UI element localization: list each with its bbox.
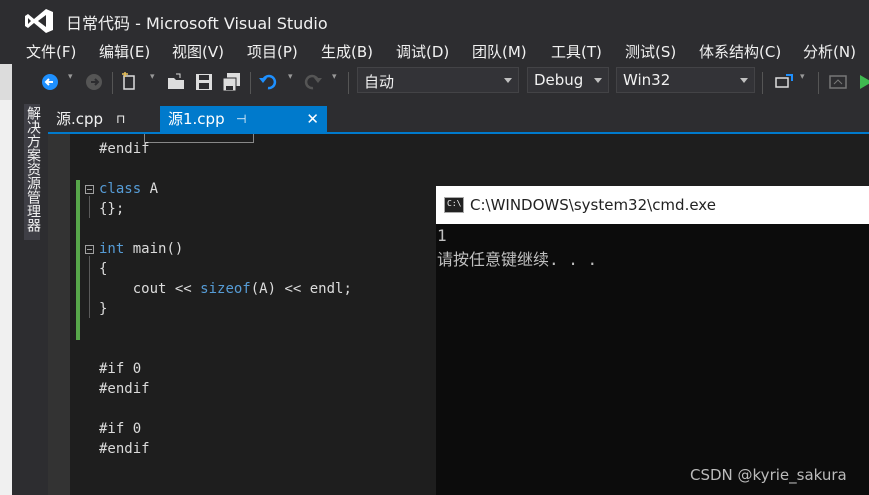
- menu-edit[interactable]: 编辑(E): [99, 41, 150, 62]
- code-line: #endif: [99, 381, 150, 397]
- code-line: #endif: [99, 441, 150, 457]
- editor-margin: [48, 134, 70, 495]
- visual-studio-logo-icon: [25, 9, 53, 33]
- forward-icon[interactable]: [84, 72, 104, 92]
- pin-icon[interactable]: ⊓: [116, 106, 125, 132]
- chevron-down-icon: [594, 78, 602, 83]
- code-line: }: [99, 301, 108, 317]
- redo-dropdown-icon[interactable]: ▾: [332, 72, 340, 90]
- cmd-icon: C:\: [444, 197, 464, 213]
- start-debugging-icon[interactable]: [856, 72, 869, 92]
- console-output-line: 1: [437, 226, 447, 245]
- tab-source-cpp[interactable]: 源.cpp ⊓: [48, 106, 152, 132]
- chevron-down-icon: [504, 78, 512, 83]
- undo-icon[interactable]: [258, 72, 278, 92]
- window-title: 日常代码 - Microsoft Visual Studio: [66, 14, 328, 33]
- solution-config-dropdown[interactable]: 自动: [357, 67, 519, 93]
- menu-file[interactable]: 文件(F): [26, 41, 76, 62]
- code-line: #endif: [99, 141, 150, 157]
- menu-bar: 文件(F) 编辑(E) 视图(V) 项目(P) 生成(B) 调试(D) 团队(M…: [0, 38, 869, 64]
- menu-tools[interactable]: 工具(T): [551, 41, 602, 62]
- title-bar: 日常代码 - Microsoft Visual Studio: [0, 0, 869, 38]
- platform-value: Win32: [623, 71, 671, 89]
- menu-test[interactable]: 测试(S): [625, 41, 676, 62]
- back-dropdown-icon[interactable]: ▾: [68, 72, 76, 90]
- code-line: #if 0: [99, 421, 142, 437]
- code-line: #if 0: [99, 361, 142, 377]
- menu-project[interactable]: 项目(P): [247, 41, 298, 62]
- watermark: CSDN @kyrie_sakura: [690, 466, 847, 484]
- pin-icon[interactable]: ⊣: [236, 106, 246, 132]
- solution-config-value: 自动: [364, 73, 395, 91]
- menu-analyze[interactable]: 分析(N): [803, 41, 856, 62]
- browser-link-icon[interactable]: [828, 72, 848, 92]
- save-icon[interactable]: [194, 72, 214, 92]
- tab-source1-cpp[interactable]: 源1.cpp ⊣ ✕: [160, 106, 327, 132]
- change-tracking-bar: [76, 180, 80, 340]
- console-window[interactable]: [436, 186, 869, 495]
- code-line: {: [99, 261, 108, 277]
- console-title: C:\WINDOWS\system32\cmd.exe: [470, 196, 716, 214]
- redo-icon[interactable]: [303, 72, 323, 92]
- fold-toggle[interactable]: [85, 185, 94, 194]
- fold-guide: [89, 256, 90, 318]
- tab-label: 源.cpp: [56, 110, 104, 128]
- console-output-line: 请按任意键继续. . .: [437, 250, 598, 269]
- code-line: int main(): [99, 241, 184, 257]
- new-dropdown-icon[interactable]: ▾: [150, 72, 158, 90]
- back-icon[interactable]: [40, 72, 60, 92]
- menu-view[interactable]: 视图(V): [172, 41, 224, 62]
- collapsed-region-marker[interactable]: [144, 134, 254, 143]
- fold-toggle[interactable]: [85, 245, 94, 254]
- new-project-icon[interactable]: [120, 72, 140, 92]
- menu-debug[interactable]: 调试(D): [396, 41, 449, 62]
- menu-build[interactable]: 生成(B): [321, 41, 373, 62]
- configuration-value: Debug: [534, 71, 584, 89]
- solution-explorer-label: 解决方案资源管理器: [25, 106, 41, 232]
- platform-dropdown[interactable]: Win32: [616, 67, 755, 93]
- attach-dropdown-icon[interactable]: ▾: [800, 72, 808, 90]
- save-all-icon[interactable]: [222, 72, 242, 92]
- attach-process-icon[interactable]: [774, 72, 794, 92]
- background-window-edge: [0, 100, 12, 495]
- code-line: cout << sizeof(A) << endl;: [99, 281, 352, 297]
- code-line: {};: [99, 201, 125, 217]
- close-icon[interactable]: ✕: [306, 106, 319, 132]
- configuration-dropdown[interactable]: Debug: [527, 67, 609, 93]
- background-window-fragment: [0, 300, 12, 328]
- tab-label: 源1.cpp: [168, 110, 225, 128]
- fold-guide: [89, 196, 90, 218]
- menu-architecture[interactable]: 体系结构(C): [699, 41, 781, 62]
- menu-team[interactable]: 团队(M): [472, 41, 527, 62]
- open-file-icon[interactable]: [166, 72, 186, 92]
- chevron-down-icon: [740, 78, 748, 83]
- document-tab-strip: 源.cpp ⊓ 源1.cpp ⊣ ✕: [48, 106, 869, 134]
- undo-dropdown-icon[interactable]: ▾: [288, 72, 296, 90]
- code-line: class A: [99, 181, 159, 197]
